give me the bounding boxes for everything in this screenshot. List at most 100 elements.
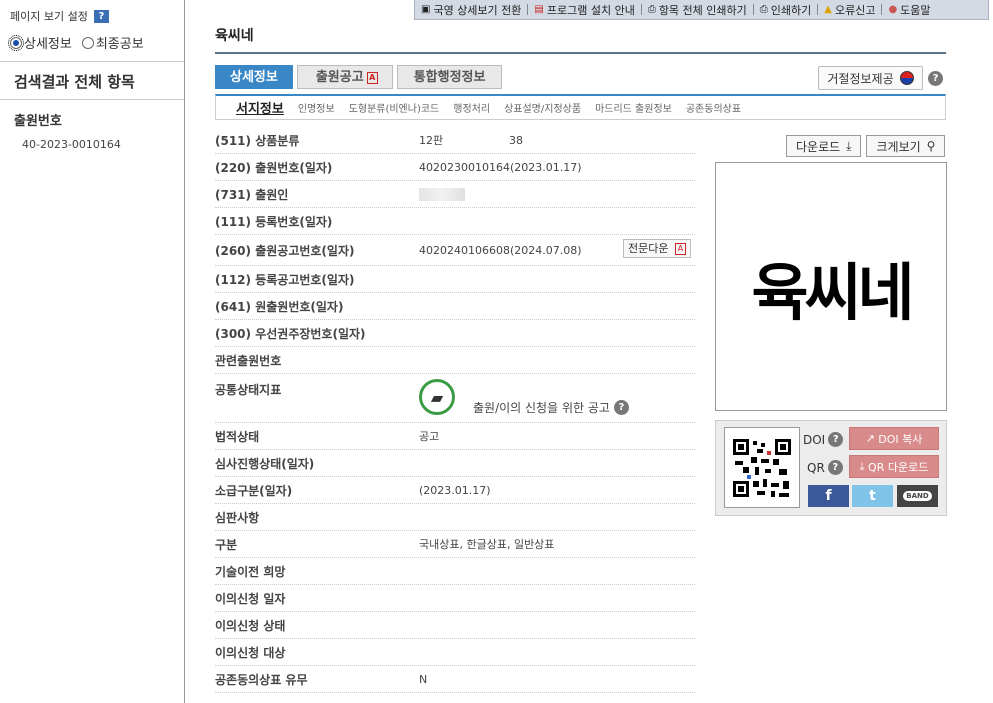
fulltext-label: 전문다운	[628, 242, 669, 255]
table-row: (112) 등록공고번호(일자)	[215, 266, 695, 293]
bibliographic-table: (511) 상품분류 12판 38 (220) 출원번호(일자) 4020230010…	[215, 127, 695, 693]
field-label: (511) 상품분류	[215, 133, 300, 148]
zoom-label: 크게보기	[876, 139, 921, 154]
toolbar-help[interactable]: ● 도움말	[882, 2, 936, 18]
radio-final-label: 최종공보	[95, 37, 144, 52]
radio-selected-icon[interactable]	[8, 34, 24, 51]
tab-detail[interactable]: 상세정보	[215, 65, 293, 89]
doi-copy-button[interactable]: ↗ DOI 복사	[849, 427, 939, 450]
table-row: 공존동의상표 유무 N	[215, 666, 695, 693]
table-row: (300) 우선권주장번호(일자)	[215, 320, 695, 347]
table-row: 이의신청 상태	[215, 612, 695, 639]
fulltext-download-button[interactable]: 전문다운 A	[623, 239, 691, 258]
doi-label: DOI?	[803, 432, 844, 447]
qr-label: QR?	[807, 460, 843, 475]
qr-download-button[interactable]: ⤓ QR 다운로드	[849, 455, 939, 478]
help-icon[interactable]: ?	[613, 400, 629, 415]
table-row: 관련출원번호	[215, 347, 695, 374]
table-row: 심사진행상태(일자)	[215, 450, 695, 477]
field-label: 이의신청 대상	[215, 645, 286, 660]
zoom-button[interactable]: 크게보기 ⚲	[866, 135, 946, 157]
status-text-label: 출원/이의 신청을 위한 공고	[473, 401, 610, 415]
field-value: 12판	[419, 134, 444, 147]
field-value: N	[419, 672, 428, 686]
toolbar-print[interactable]: ⎙ 인쇄하기	[754, 2, 817, 18]
subtab-goods[interactable]: 상표설명/지정상품	[504, 100, 581, 115]
field-label: (112) 등록공고번호(일자)	[215, 272, 355, 287]
applicant-redacted	[419, 187, 465, 201]
toolbar-print-all[interactable]: ⎙ 항목 전체 인쇄하기	[642, 2, 753, 18]
toolbar-label: 도움말	[900, 3, 931, 17]
field-value: 4020230010164(2023.01.17)	[419, 160, 582, 174]
radio-final[interactable]: 최종공보	[81, 33, 144, 52]
help-icon[interactable]: ?	[93, 9, 109, 23]
help-icon[interactable]: ?	[928, 71, 943, 86]
program-icon: ▤	[534, 4, 544, 15]
doi-label-text: DOI	[803, 432, 826, 447]
all-items-link[interactable]: 검색결과 전체 항목	[0, 62, 184, 100]
twitter-share-button[interactable]: t	[852, 485, 893, 507]
title-divider	[215, 52, 946, 54]
application-number-title: 출원번호	[14, 114, 62, 129]
field-value: 38	[509, 133, 523, 147]
facebook-icon: f	[825, 488, 832, 504]
radio-detail-label: 상세정보	[24, 37, 72, 52]
radio-detail[interactable]: 상세정보	[8, 33, 72, 52]
tab-admin-info[interactable]: 통합행정정보	[396, 65, 503, 89]
table-row: 기술이전 희망	[215, 558, 695, 585]
field-label: 공통상태지표	[215, 383, 282, 397]
help-icon[interactable]: ?	[827, 460, 843, 475]
application-number-value[interactable]: 40-2023-0010164	[0, 133, 184, 156]
subtab-bibliographic[interactable]: 서지정보	[236, 98, 284, 117]
field-label: (111) 등록번호(일자)	[215, 214, 333, 229]
field-label: 소급구분(일자)	[215, 483, 293, 498]
table-row: 이의신청 대상	[215, 639, 695, 666]
field-value: 국내상표, 한글상표, 일반상표	[419, 538, 555, 551]
toolbar-install-guide[interactable]: ▤ 프로그램 설치 안내	[528, 2, 640, 18]
toolbar-label: 프로그램 설치 안내	[546, 3, 635, 17]
refusal-info-label: 거절정보제공	[827, 71, 894, 86]
table-row: (220) 출원번호(일자) 4020230010164(2023.01.17)	[215, 154, 695, 181]
subtab-persons[interactable]: 인명정보	[298, 100, 335, 115]
qr-code-image	[731, 436, 793, 499]
table-row: (641) 원출원번호(일자)	[215, 293, 695, 320]
qr-code	[724, 427, 800, 508]
field-label: 이의신청 상태	[215, 618, 286, 633]
field-value: 공고	[419, 430, 440, 443]
field-label: 심사진행상태(일자)	[215, 456, 315, 471]
twitter-icon: t	[869, 488, 876, 504]
download-label: 다운로드	[796, 139, 841, 154]
help-icon[interactable]: ?	[828, 432, 844, 447]
field-label: 관련출원번호	[215, 353, 282, 368]
download-icon: ⤓	[846, 138, 852, 153]
switch-icon: ▣	[421, 4, 431, 15]
table-row: 소급구분(일자) (2023.01.17)	[215, 477, 695, 504]
tab-publication[interactable]: 출원공고 A	[296, 65, 393, 89]
trademark-image[interactable]: 육씨네	[715, 162, 947, 411]
view-settings-label: 페이지 보기 설정	[10, 10, 88, 23]
radio-icon[interactable]	[81, 36, 94, 49]
facebook-share-button[interactable]: f	[808, 485, 849, 507]
field-label: 구분	[215, 537, 238, 552]
qr-download-label: QR 다운로드	[868, 460, 929, 474]
table-row: (731) 출원인	[215, 181, 695, 208]
status-text: 출원/이의 신청을 위한 공고?	[473, 399, 629, 416]
subtab-admin-process[interactable]: 행정처리	[453, 100, 490, 115]
refusal-info-button[interactable]: 거절정보제공	[818, 66, 923, 90]
field-label: (220) 출원번호(일자)	[215, 160, 333, 175]
field-label: (260) 출원공고번호(일자)	[215, 243, 355, 258]
field-label: 기술이전 희망	[215, 564, 286, 579]
band-share-button[interactable]: BAND	[897, 485, 938, 507]
toolbar-label: 인쇄하기	[770, 3, 812, 17]
subtab-madrid[interactable]: 마드리드 출원정보	[595, 100, 672, 115]
table-row: 심판사항	[215, 504, 695, 531]
warning-icon: ▲	[824, 4, 832, 15]
subtab-coexistence[interactable]: 공존동의상표	[686, 100, 741, 115]
subtab-vienna-code[interactable]: 도형분류(비엔나)코드	[349, 100, 440, 115]
field-label: 법적상태	[215, 429, 260, 444]
field-label: (641) 원출원번호(일자)	[215, 299, 344, 314]
korea-flag-icon	[899, 71, 914, 85]
download-button[interactable]: 다운로드 ⤓	[786, 135, 862, 157]
toolbar-view-switch[interactable]: ▣ 국영 상세보기 전환	[415, 2, 527, 18]
toolbar-report-error[interactable]: ▲ 오류신고	[818, 2, 881, 18]
